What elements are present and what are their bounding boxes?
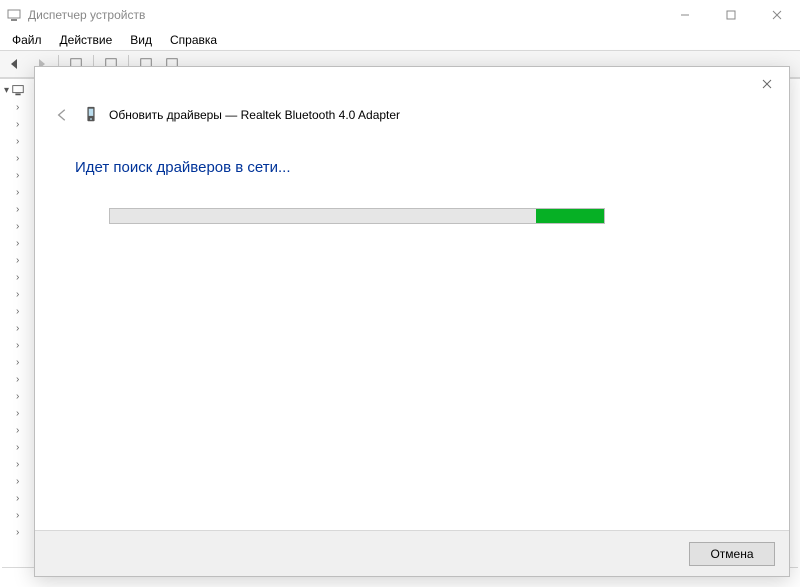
- tree-item[interactable]: [16, 133, 32, 150]
- dialog-header: Обновить драйверы — Realtek Bluetooth 4.…: [35, 101, 789, 129]
- device-tree[interactable]: ▾: [4, 81, 32, 583]
- tree-item[interactable]: [16, 320, 32, 337]
- chevron-down-icon: ▾: [4, 85, 9, 96]
- progress-indicator: [536, 209, 604, 223]
- tree-item[interactable]: [16, 337, 32, 354]
- menu-view[interactable]: Вид: [122, 31, 160, 49]
- tree-item[interactable]: [16, 405, 32, 422]
- dialog-title: Обновить драйверы — Realtek Bluetooth 4.…: [109, 108, 400, 122]
- menu-action[interactable]: Действие: [52, 31, 121, 49]
- window-controls: [662, 0, 800, 29]
- cancel-button[interactable]: Отмена: [689, 542, 775, 566]
- tree-children: [16, 99, 32, 541]
- tree-item[interactable]: [16, 218, 32, 235]
- menubar: Файл Действие Вид Справка: [0, 30, 800, 50]
- tree-item[interactable]: [16, 286, 32, 303]
- tree-item[interactable]: [16, 252, 32, 269]
- menu-help[interactable]: Справка: [162, 31, 225, 49]
- close-button[interactable]: [754, 0, 800, 30]
- app-icon: [6, 7, 22, 23]
- menu-file[interactable]: Файл: [4, 31, 50, 49]
- dialog-titlebar: [35, 67, 789, 101]
- tree-item[interactable]: [16, 167, 32, 184]
- back-arrow-icon[interactable]: [53, 105, 73, 125]
- window-title: Диспетчер устройств: [28, 8, 662, 22]
- update-driver-dialog: Обновить драйверы — Realtek Bluetooth 4.…: [34, 66, 790, 577]
- tree-item[interactable]: [16, 456, 32, 473]
- maximize-button[interactable]: [708, 0, 754, 30]
- device-icon: [83, 105, 99, 125]
- tree-item[interactable]: [16, 524, 32, 541]
- tree-item[interactable]: [16, 388, 32, 405]
- tree-item[interactable]: [16, 269, 32, 286]
- tree-item[interactable]: [16, 473, 32, 490]
- back-arrow-icon[interactable]: [4, 53, 26, 75]
- tree-root[interactable]: ▾: [4, 81, 32, 99]
- tree-item[interactable]: [16, 490, 32, 507]
- tree-item[interactable]: [16, 371, 32, 388]
- dialog-footer: Отмена: [35, 530, 789, 576]
- tree-item[interactable]: [16, 235, 32, 252]
- tree-item[interactable]: [16, 184, 32, 201]
- tree-item[interactable]: [16, 422, 32, 439]
- progress-bar: [109, 208, 605, 224]
- computer-icon: [11, 83, 25, 97]
- status-text: Идет поиск драйверов в сети...: [75, 159, 749, 176]
- tree-item[interactable]: [16, 303, 32, 320]
- tree-item[interactable]: [16, 507, 32, 524]
- minimize-button[interactable]: [662, 0, 708, 30]
- tree-item[interactable]: [16, 116, 32, 133]
- window-titlebar: Диспетчер устройств: [0, 0, 800, 30]
- dialog-body: Идет поиск драйверов в сети...: [35, 129, 789, 530]
- tree-item[interactable]: [16, 99, 32, 116]
- dialog-close-button[interactable]: [751, 71, 783, 97]
- tree-item[interactable]: [16, 150, 32, 167]
- tree-item[interactable]: [16, 201, 32, 218]
- tree-item[interactable]: [16, 354, 32, 371]
- tree-item[interactable]: [16, 439, 32, 456]
